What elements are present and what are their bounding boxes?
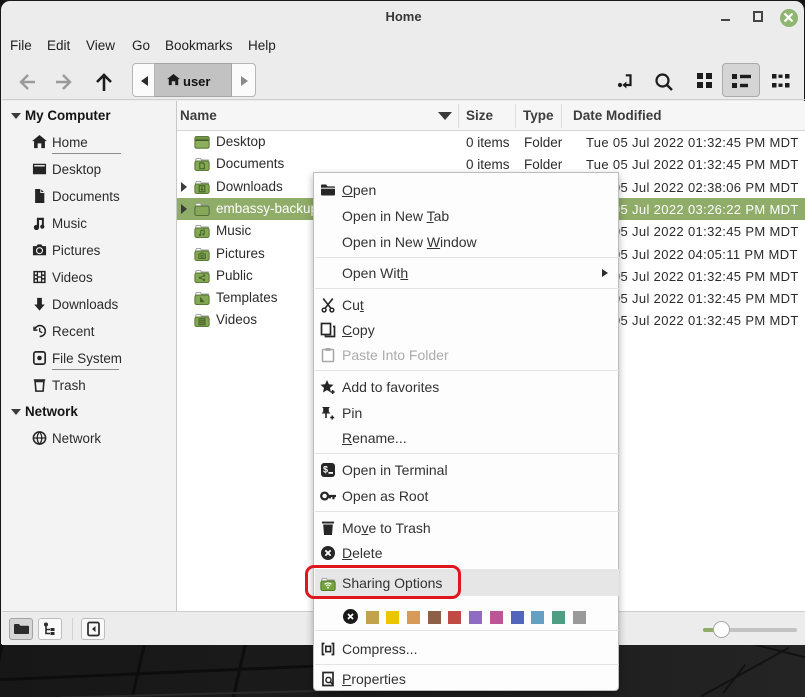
svg-text:$: $ [323, 465, 328, 475]
